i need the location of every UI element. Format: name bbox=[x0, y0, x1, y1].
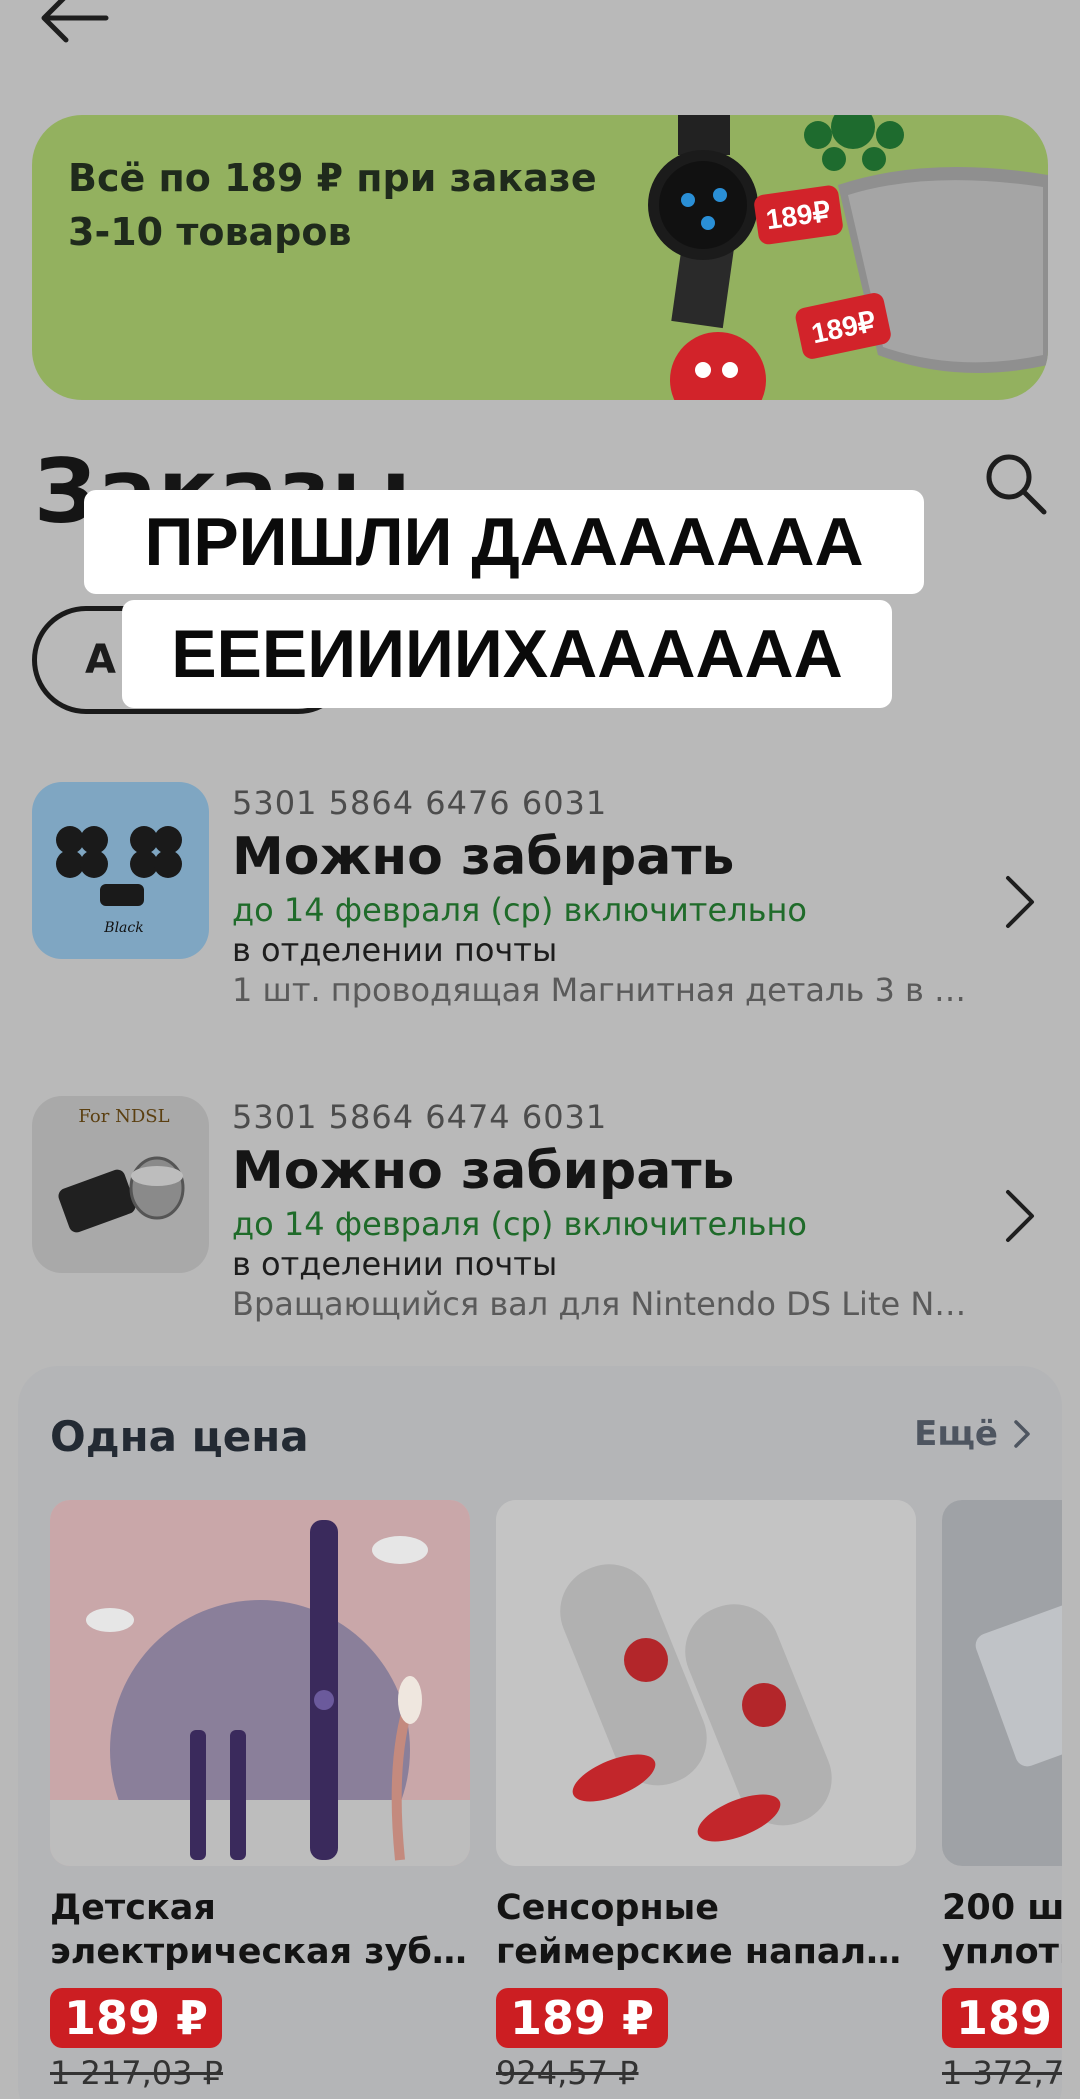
overlay-caption-line1: ПРИШЛИ ДААААААА bbox=[84, 490, 924, 594]
chevron-right-icon[interactable] bbox=[1000, 872, 1040, 932]
order-thumbnail: Black bbox=[32, 782, 209, 959]
overlay-caption-line2: ЕЕЕИИИИХАААААА bbox=[122, 600, 892, 708]
one-price-section: Одна цена Ещё Детская электрическая зубн… bbox=[18, 1366, 1062, 2099]
product-card[interactable]: Детская электрическая зубна... 189 ₽ 1 2… bbox=[50, 1500, 470, 2092]
search-icon[interactable] bbox=[982, 450, 1048, 516]
product-name: Детская электрическая зубна... bbox=[50, 1886, 470, 1974]
snowflake-icon bbox=[804, 115, 904, 171]
order-item[interactable]: Black 5301 5864 6476 6031 Можно забирать… bbox=[32, 782, 1048, 1022]
section-more-link[interactable]: Ещё bbox=[914, 1414, 1032, 1454]
order-item[interactable]: For NDSL 5301 5864 6474 6031 Можно забир… bbox=[32, 1096, 1048, 1336]
product-old-price: 1 372,7 bbox=[942, 2054, 1062, 2092]
promo-banner-line2: 3-10 товаров bbox=[68, 210, 352, 254]
order-item-title: 1 шт. проводящая Магнитная деталь 3 в 1 … bbox=[232, 971, 972, 1009]
promo-banner[interactable]: Всё по 189 ₽ при заказе 3-10 товаров 189… bbox=[32, 115, 1048, 400]
product-image bbox=[50, 1500, 470, 1866]
chevron-right-icon bbox=[1014, 1420, 1030, 1448]
promo-banner-illustration: 189₽ 189₽ bbox=[648, 115, 1048, 400]
section-more-label: Ещё bbox=[914, 1414, 998, 1454]
order-number: 5301 5864 6474 6031 bbox=[232, 1098, 608, 1136]
order-status: Можно забирать bbox=[232, 827, 735, 887]
product-name: 200 шт уплотн bbox=[942, 1886, 1062, 1974]
product-name-line2: геймерские напальчн... bbox=[496, 1932, 916, 1972]
product-price: 189 ₽ bbox=[496, 1988, 669, 2048]
product-name-line1: Сенсорные bbox=[496, 1888, 720, 1928]
order-deadline: до 14 февраля (ср) включительно bbox=[232, 1205, 807, 1243]
watch-icon bbox=[648, 115, 758, 329]
chevron-right-icon[interactable] bbox=[1000, 1186, 1040, 1246]
svg-text:For NDSL: For NDSL bbox=[78, 1106, 169, 1127]
order-deadline: до 14 февраля (ср) включительно bbox=[232, 891, 807, 929]
product-name-line2: уплотн bbox=[942, 1932, 1062, 1972]
product-name: Сенсорные геймерские напальчн... bbox=[496, 1886, 916, 1974]
back-arrow-icon[interactable] bbox=[36, 0, 112, 48]
order-item-title: Вращающийся вал для Nintendo DS Lite ND.… bbox=[232, 1285, 972, 1323]
svg-text:Black: Black bbox=[103, 920, 143, 936]
product-image bbox=[942, 1500, 1062, 1866]
product-card[interactable]: Сенсорные геймерские напальчн... 189 ₽ 9… bbox=[496, 1500, 916, 2092]
order-pickup-place: в отделении почты bbox=[232, 931, 558, 969]
section-title: Одна цена bbox=[50, 1412, 309, 1461]
order-number: 5301 5864 6476 6031 bbox=[232, 784, 608, 822]
product-card[interactable]: 200 шт уплотн 189 ₽ 1 372,7 bbox=[942, 1500, 1062, 2092]
product-price: 189 ₽ bbox=[942, 1988, 1062, 2048]
price-tag-icon: 189₽ bbox=[754, 185, 843, 245]
product-old-price: 924,57 ₽ bbox=[496, 2054, 639, 2092]
product-old-price: 1 217,03 ₽ bbox=[50, 2054, 224, 2092]
product-price: 189 ₽ bbox=[50, 1988, 223, 2048]
promo-banner-text: Всё по 189 ₽ при заказе 3-10 товаров bbox=[68, 151, 597, 259]
order-status: Можно забирать bbox=[232, 1141, 735, 1201]
order-pickup-place: в отделении почты bbox=[232, 1245, 558, 1283]
product-name-line1: Детская bbox=[50, 1888, 216, 1928]
product-name-line1: 200 шт bbox=[942, 1888, 1062, 1928]
product-image bbox=[496, 1500, 916, 1866]
promo-banner-line1: Всё по 189 ₽ при заказе bbox=[68, 156, 597, 200]
product-name-line2: электрическая зубна... bbox=[50, 1932, 470, 1972]
order-thumbnail: For NDSL bbox=[32, 1096, 209, 1273]
mascot-icon bbox=[670, 332, 766, 400]
